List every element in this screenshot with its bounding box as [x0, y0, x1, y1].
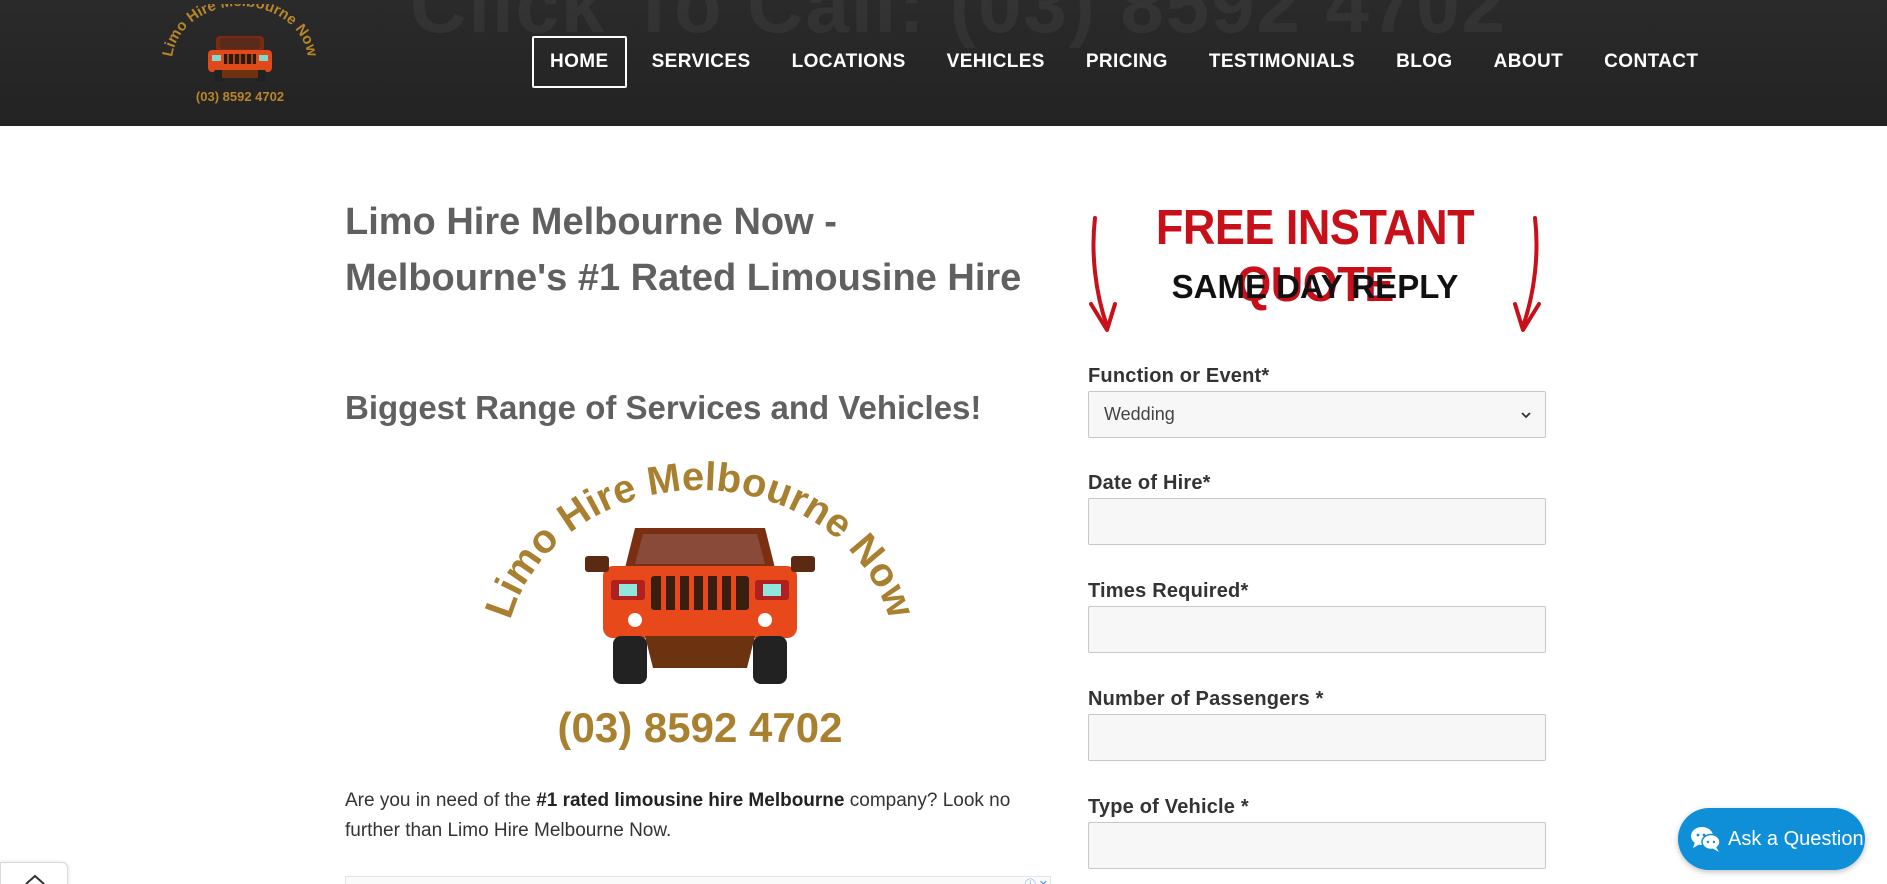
chat-bubbles-icon: [1691, 827, 1721, 852]
ad-choices-icon[interactable]: ⓘ ✕: [1025, 876, 1048, 884]
intro-text-start: Are you in need of the: [345, 790, 537, 811]
passengers-input[interactable]: [1088, 714, 1546, 761]
company-logo: Limo Hire Melbourne Now (03) 8592 4702: [477, 460, 923, 750]
quote-subtitle: SAME DAY REPLY: [1171, 268, 1459, 305]
nav-services[interactable]: SERVICES: [636, 36, 767, 88]
page-title: Limo Hire Melbourne Now - Melbourne's #1…: [345, 201, 1022, 299]
nav-contact[interactable]: CONTACT: [1588, 36, 1714, 88]
vehicle-input[interactable]: [1088, 822, 1546, 869]
ad-banner[interactable]: ⓘ ✕: [345, 876, 1051, 884]
site-header: Click To Call: (03) 8592 4702 Limo Hire …: [0, 0, 1887, 126]
passengers-label: Number of Passengers *: [1088, 688, 1324, 710]
date-input[interactable]: [1088, 498, 1546, 545]
nav-home[interactable]: HOME: [532, 36, 627, 88]
intro-text-bold: #1 rated limousine hire Melbourne: [536, 790, 845, 811]
intro-paragraph: Are you in need of the #1 rated limousin…: [345, 786, 1055, 846]
main-nav: HOME SERVICES LOCATIONS VEHICLES PRICING…: [532, 36, 1723, 88]
ask-question-label: Ask a Question: [1728, 827, 1864, 850]
function-select-value: Wedding: [1104, 404, 1175, 424]
nav-pricing[interactable]: PRICING: [1070, 36, 1184, 88]
page-subtitle: Biggest Range of Services and Vehicles!: [345, 389, 982, 426]
nav-about[interactable]: ABOUT: [1478, 36, 1580, 88]
times-label: Times Required*: [1088, 580, 1249, 602]
times-input[interactable]: [1088, 606, 1546, 653]
quote-banner: FREE INSTANT QUOTE SAME DAY REPLY: [1085, 199, 1545, 340]
ask-question-button[interactable]: Ask a Question: [1678, 808, 1865, 870]
nav-vehicles[interactable]: VEHICLES: [931, 36, 1061, 88]
scroll-to-top-tab[interactable]: [0, 862, 68, 884]
logo-phone-text: (03) 8592 4702: [558, 704, 843, 750]
vehicle-label: Type of Vehicle *: [1088, 796, 1249, 818]
chevron-down-icon: [1521, 412, 1531, 419]
nav-blog[interactable]: BLOG: [1380, 36, 1469, 88]
header-logo-phone: (03) 8592 4702: [196, 89, 284, 104]
function-label: Function or Event*: [1088, 365, 1270, 387]
nav-locations[interactable]: LOCATIONS: [776, 36, 922, 88]
function-select[interactable]: Wedding: [1088, 391, 1546, 438]
header-logo[interactable]: Limo Hire Melbourne Now (03) 8592 4702: [160, 4, 320, 108]
date-label: Date of Hire*: [1088, 472, 1211, 494]
chevron-up-icon: [25, 874, 45, 884]
nav-testimonials[interactable]: TESTIMONIALS: [1193, 36, 1371, 88]
